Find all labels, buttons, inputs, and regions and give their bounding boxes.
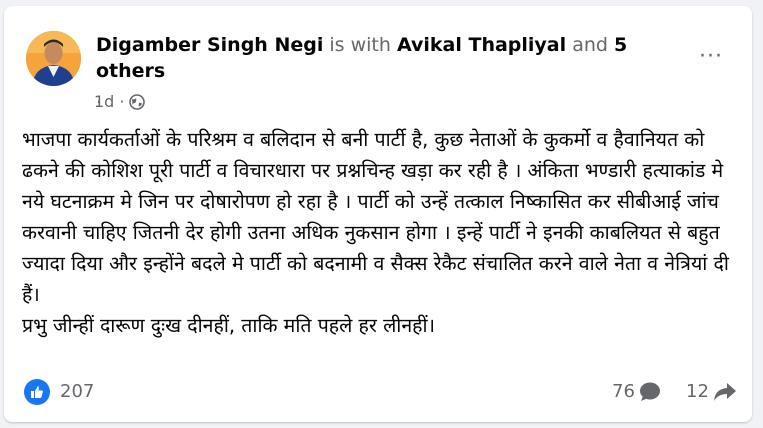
avatar-image bbox=[26, 31, 81, 86]
with-text: is with bbox=[329, 34, 391, 56]
share-icon bbox=[713, 382, 736, 401]
and-text: and bbox=[572, 34, 608, 56]
author-name[interactable]: Digamber Singh Negi bbox=[96, 34, 323, 56]
comment-count: 76 bbox=[612, 381, 635, 402]
post-footer: 207 76 12 bbox=[24, 376, 744, 410]
post-card: Digamber Singh Negi is with Avikal Thapl… bbox=[4, 6, 752, 422]
avatar[interactable] bbox=[26, 31, 81, 86]
more-options-button[interactable]: ··· bbox=[699, 44, 723, 69]
post-meta: 1d · bbox=[94, 92, 146, 111]
share-count: 12 bbox=[686, 381, 709, 402]
reaction-count[interactable]: 207 bbox=[60, 381, 94, 402]
meta-separator: · bbox=[119, 92, 125, 111]
post-header: Digamber Singh Negi is with Avikal Thapl… bbox=[96, 32, 686, 110]
tagged-user[interactable]: Avikal Thapliyal bbox=[397, 34, 566, 56]
like-reaction-icon[interactable] bbox=[24, 379, 50, 405]
globe-icon[interactable] bbox=[129, 93, 146, 110]
post-paragraph: भाजपा कार्यकर्ताओं के परिश्रम व बलिदान स… bbox=[22, 128, 729, 306]
post-paragraph: प्रभु जीन्हीं दारूण दुःख दीनहीं, ताकि मत… bbox=[22, 314, 435, 337]
post-text: भाजपा कार्यकर्ताओं के परिश्रम व बलिदान स… bbox=[22, 124, 744, 341]
post-time[interactable]: 1d bbox=[94, 92, 114, 111]
comment-icon bbox=[639, 382, 660, 401]
comment-count-button[interactable]: 76 bbox=[612, 381, 661, 402]
share-count-button[interactable]: 12 bbox=[686, 381, 737, 402]
